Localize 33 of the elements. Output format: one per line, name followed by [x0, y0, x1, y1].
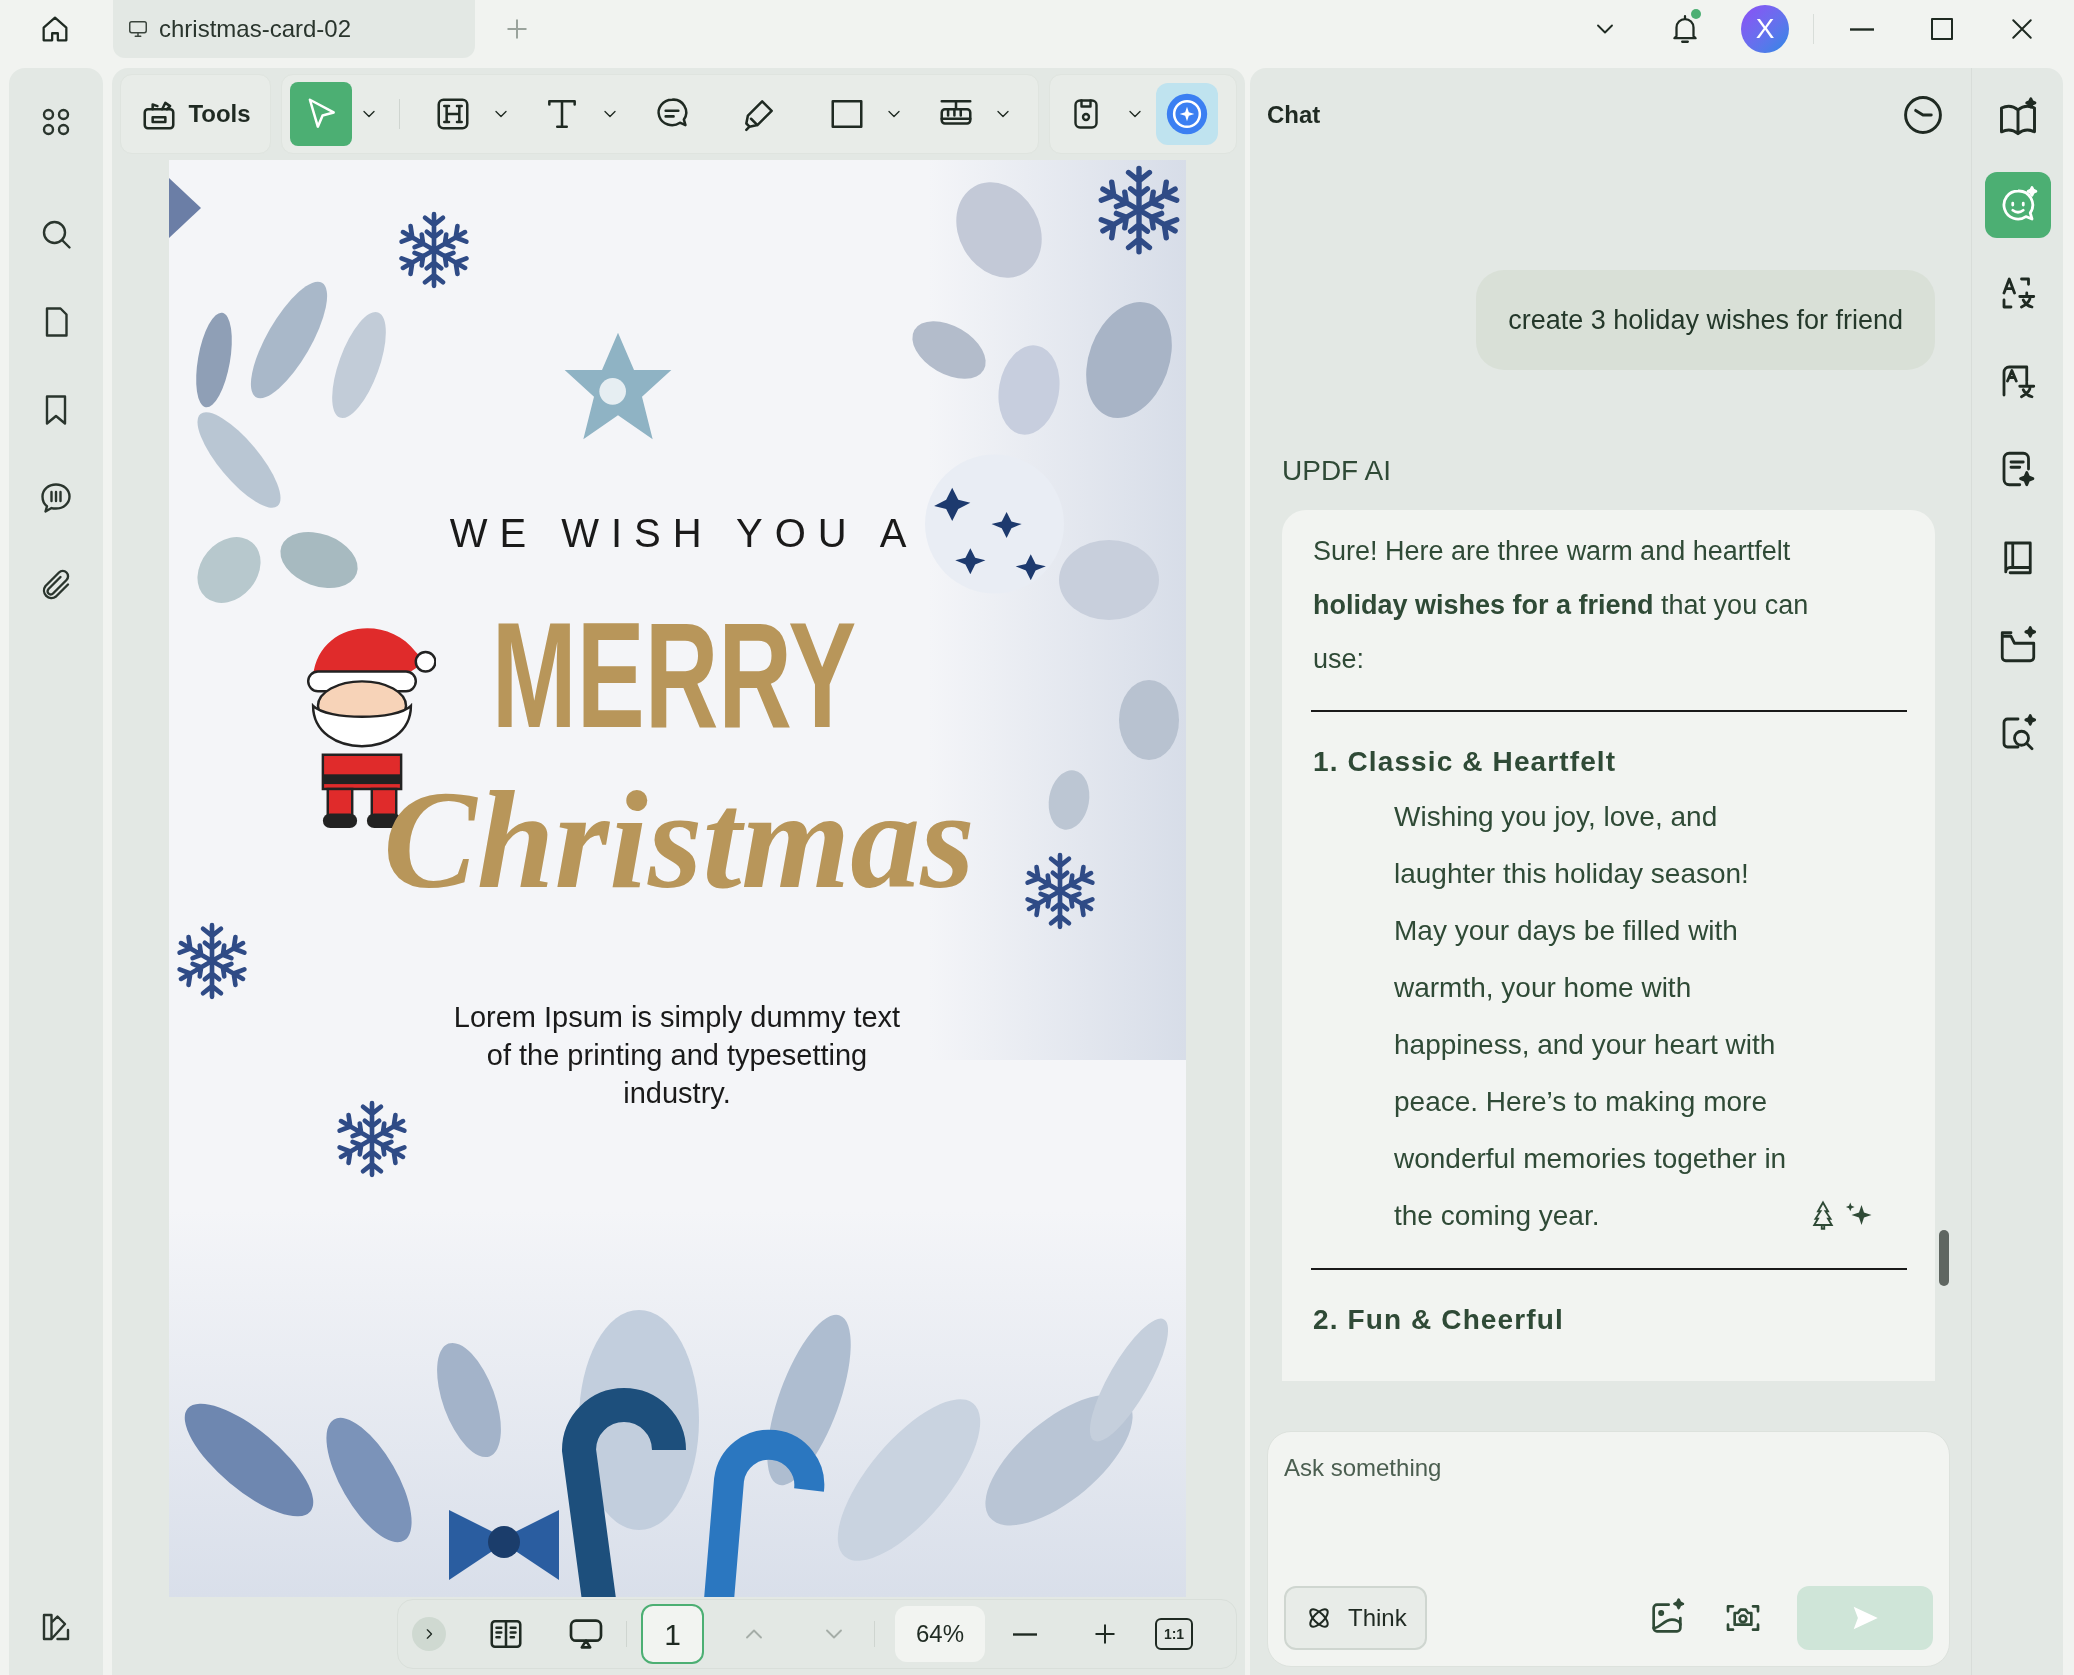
reply-section-heading: 1. Classic & Heartfelt	[1313, 745, 1618, 779]
scrollbar-thumb[interactable]	[1939, 1230, 1949, 1286]
clock-icon	[1901, 93, 1945, 137]
minus-icon	[1012, 1632, 1038, 1636]
tab-title: christmas-card-02	[159, 14, 352, 44]
christmas-tree-icon	[1810, 1200, 1836, 1230]
card-greeting: WE WISH YOU A	[448, 510, 920, 557]
card-title: MERRY	[490, 600, 858, 750]
card-script-title: Christmas	[382, 761, 976, 919]
chat-title: Chat	[1267, 100, 1321, 130]
reply-section-text: Wishing you joy, love, and laughter this holiday season! May your days be filled with warmth, your home with happiness, and your heart with peace. Here’s to making more wonderful memories together in the coming year.	[1394, 800, 1788, 1233]
reply-section-heading: 2. Fun & Cheerful	[1313, 1303, 1565, 1337]
chat-tab[interactable]	[1984, 172, 2051, 238]
select-tool[interactable]	[290, 82, 352, 146]
document-tab[interactable]: christmas-card-02	[113, 0, 475, 58]
actual-size-button[interactable]: 1:1	[1155, 1618, 1193, 1650]
star-icon	[169, 178, 201, 238]
ai-assistant-button[interactable]	[1156, 83, 1218, 145]
reply-intro: Sure! Here are three warm and heartfelt holiday wishes for a friend that you can use:	[1313, 535, 1810, 676]
user-message: create 3 holiday wishes for friend	[1476, 270, 1935, 370]
page-number-field[interactable]: 1	[641, 1604, 704, 1664]
card-body-text: Lorem Ipsum is simply dummy text of the printing and typesetting industry.	[452, 1000, 902, 1111]
think-button[interactable]: Think	[1284, 1586, 1427, 1650]
chat-input-box[interactable]: Ask something Think	[1267, 1431, 1950, 1667]
tools-button[interactable]: Tools	[130, 82, 261, 146]
zoom-field[interactable]: 64%	[895, 1606, 985, 1662]
user-avatar[interactable]: X	[1741, 5, 1789, 53]
minimize-icon	[1848, 27, 1876, 31]
assistant-name: UPDF AI	[1282, 454, 1392, 488]
comment-icon	[38, 480, 74, 516]
monitor-icon	[127, 18, 149, 40]
ai-orb-icon	[1165, 92, 1209, 136]
chat-input[interactable]: Ask something	[1284, 1448, 1933, 1586]
